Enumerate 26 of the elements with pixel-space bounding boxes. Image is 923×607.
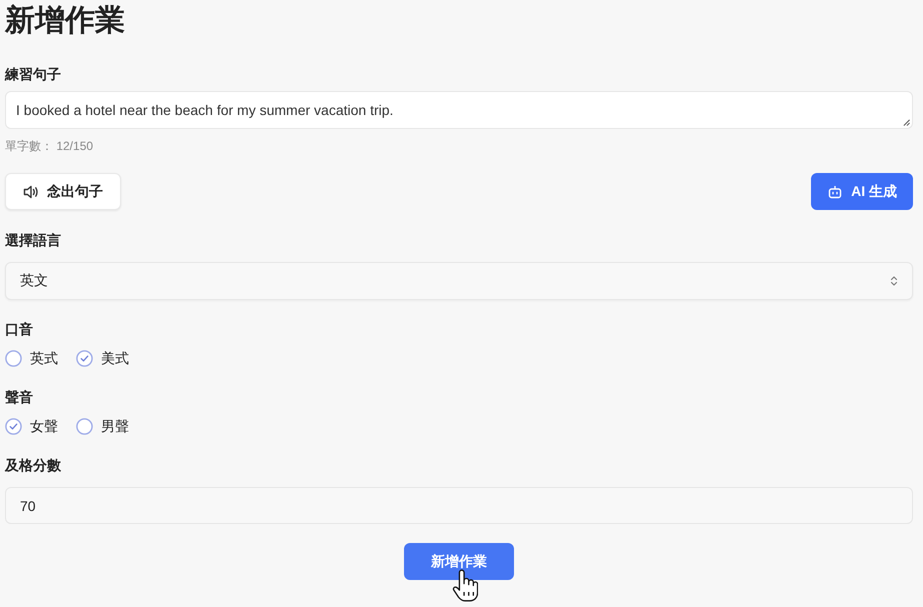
radio-option[interactable]: 英式 <box>5 348 58 368</box>
field-label: 選擇語言 <box>5 231 61 250</box>
radio-icon[interactable] <box>5 350 22 366</box>
language-select[interactable]: 英文 <box>5 262 913 300</box>
radio-option[interactable]: 女聲 <box>5 416 58 436</box>
up-down-chevron-icon <box>890 275 898 287</box>
radio-option[interactable]: 美式 <box>76 348 129 368</box>
radio-icon[interactable] <box>76 418 93 434</box>
field-label: 口音 <box>5 320 33 339</box>
radio-option[interactable]: 男聲 <box>76 416 129 436</box>
speaker-icon <box>23 184 39 198</box>
submit-button[interactable]: 新增作業 <box>404 543 514 580</box>
robot-icon <box>827 184 844 198</box>
ai-generate-button[interactable]: AI 生成 <box>811 173 913 210</box>
hand-cursor-icon <box>452 568 478 603</box>
passing-score-input[interactable]: 70 <box>5 487 913 524</box>
field-label: 及格分數 <box>5 456 61 475</box>
word-count: 單字數： 12/150 <box>5 138 94 154</box>
sentence-textarea[interactable]: I booked a hotel near the beach for my summer vacation trip. <box>5 91 913 129</box>
field-label: 聲音 <box>5 388 33 407</box>
checked-radio-icon[interactable] <box>5 418 22 434</box>
read-aloud-button[interactable]: 念出句子 <box>5 173 121 210</box>
page-title: 新增作業 <box>5 3 125 39</box>
field-label: 練習句子 <box>5 65 61 84</box>
resize-grip-icon[interactable] <box>903 119 910 126</box>
checked-radio-icon[interactable] <box>76 350 93 366</box>
